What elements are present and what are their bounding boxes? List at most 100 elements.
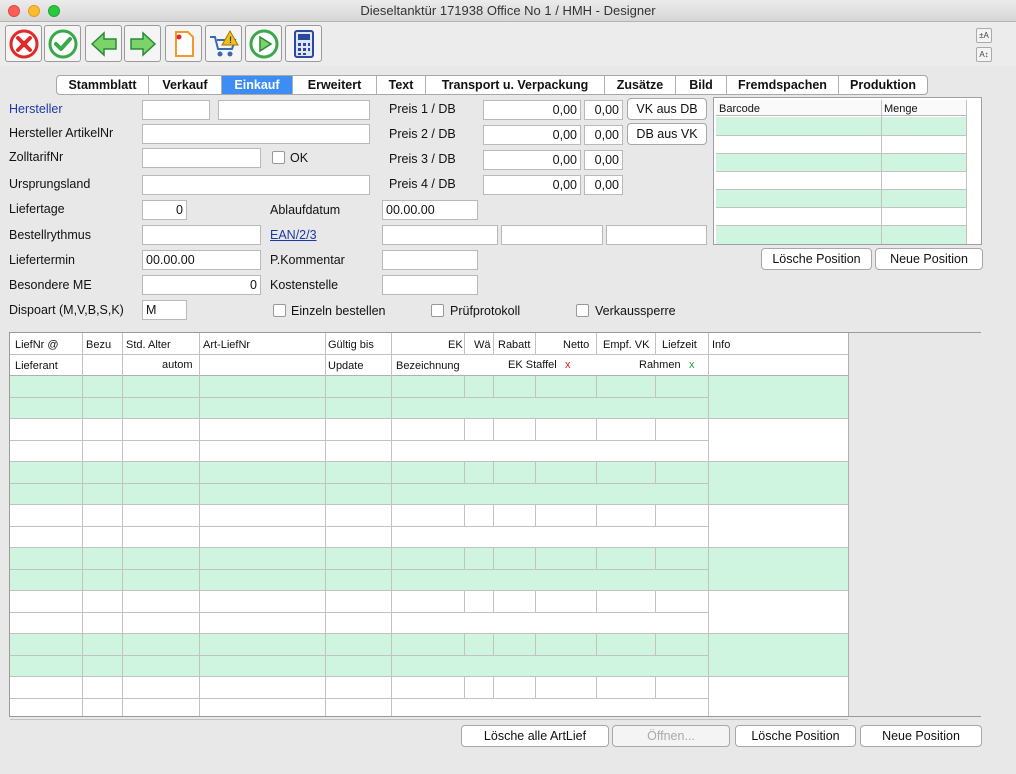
zolltarifnr-label: ZolltarifNr (9, 150, 64, 164)
preis2-label: Preis 2 / DB (389, 127, 456, 141)
neue-position-button[interactable]: Neue Position (860, 725, 982, 747)
dispoart-input[interactable]: M (142, 300, 187, 320)
barcode-row[interactable] (716, 136, 966, 154)
close-window-button[interactable] (8, 5, 20, 17)
hersteller-label[interactable]: Hersteller (9, 101, 63, 117)
preis1-db-input[interactable]: 0,00 (584, 100, 623, 120)
ursprungsland-input[interactable] (142, 175, 370, 195)
loesche-position-top-button[interactable]: Lösche Position (761, 248, 872, 270)
svg-text:!: ! (229, 35, 232, 45)
verkaussperre-checkbox[interactable] (576, 304, 589, 317)
minimize-window-button[interactable] (28, 5, 40, 17)
supplier-grid-header: LiefNr @ Bezu Std. Alter Art-LiefNr Gült… (10, 333, 848, 376)
column-divider (199, 333, 200, 716)
column-divider (535, 548, 536, 569)
ablaufdatum-label: Ablaufdatum (270, 203, 341, 217)
barcode-row[interactable] (716, 172, 966, 190)
ean2-input[interactable] (501, 225, 603, 245)
ean-link[interactable]: EAN/2/3 (270, 227, 317, 243)
ean1-input[interactable] (382, 225, 498, 245)
bestellrythmus-input[interactable] (142, 225, 261, 245)
liefertage-input[interactable]: 0 (142, 200, 187, 220)
bestellrythmus-label: Bestellrythmus (9, 228, 91, 242)
cancel-button[interactable] (5, 25, 42, 62)
tab-zusaetze[interactable]: Zusätze (605, 76, 676, 94)
lieferant-header: Lieferant (15, 360, 58, 372)
barcode-row[interactable] (716, 190, 966, 208)
column-divider (391, 333, 392, 716)
tab-stammblatt[interactable]: Stammblatt (57, 76, 149, 94)
row-divider (10, 504, 848, 505)
column-divider (655, 419, 656, 440)
column-divider (596, 591, 597, 612)
cart-warning-button[interactable]: ! (205, 25, 242, 62)
ursprungsland-label: Ursprungsland (9, 177, 91, 191)
tab-verkauf[interactable]: Verkauf (149, 76, 222, 94)
play-forward-button[interactable] (245, 25, 282, 62)
barcode-row[interactable] (716, 208, 966, 226)
autom-header: autom (162, 359, 193, 371)
hersteller-artikelnr-input[interactable] (142, 124, 370, 144)
preis2-input[interactable]: 0,00 (483, 125, 581, 145)
column-divider (596, 677, 597, 698)
tab-produktion[interactable]: Produktion (839, 76, 927, 94)
ablaufdatum-input[interactable]: 00.00.00 (382, 200, 478, 220)
tab-transport[interactable]: Transport u. Verpackung (426, 76, 605, 94)
confirm-check-icon (48, 29, 77, 58)
tab-einkauf[interactable]: Einkauf (222, 76, 293, 94)
barcode-row[interactable] (716, 226, 966, 244)
cancel-icon (9, 29, 38, 58)
tab-text[interactable]: Text (377, 76, 426, 94)
pruefprotokoll-checkbox[interactable] (431, 304, 444, 317)
kostenstelle-input[interactable] (382, 275, 478, 295)
preis3-input[interactable]: 0,00 (483, 150, 581, 170)
grid-empty-area (848, 333, 981, 716)
zoom-in-button[interactable]: ±A (976, 28, 992, 43)
besondere-me-input[interactable]: 0 (142, 275, 261, 295)
ean3-input[interactable] (606, 225, 707, 245)
column-divider (493, 376, 494, 397)
new-document-button[interactable] (165, 25, 202, 62)
zolltarifnr-input[interactable] (142, 148, 261, 168)
ok-checkbox[interactable] (272, 151, 285, 164)
row-divider (10, 612, 708, 613)
tab-bar: Stammblatt Verkauf Einkauf Erweitert Tex… (56, 75, 928, 95)
previous-button[interactable] (85, 25, 122, 62)
hersteller-code-input[interactable] (142, 100, 210, 120)
preis3-db-input[interactable]: 0,00 (584, 150, 623, 170)
tab-erweitert[interactable]: Erweitert (293, 76, 377, 94)
supplier-grid[interactable]: LiefNr @ Bezu Std. Alter Art-LiefNr Gült… (9, 332, 981, 720)
gueltig-bis-header: Gültig bis (328, 339, 374, 351)
preis1-input[interactable]: 0,00 (483, 100, 581, 120)
neue-position-top-button[interactable]: Neue Position (875, 248, 983, 270)
column-divider (596, 548, 597, 569)
column-divider (493, 333, 494, 354)
column-divider (655, 376, 656, 397)
preis4-db-input[interactable]: 0,00 (584, 175, 623, 195)
barcode-table[interactable]: Barcode Menge (713, 97, 982, 245)
row-divider (10, 526, 708, 527)
db-aus-vk-button[interactable]: DB aus VK (627, 123, 707, 145)
column-divider (464, 419, 465, 440)
column-divider (535, 591, 536, 612)
tab-bild[interactable]: Bild (676, 76, 727, 94)
tab-fremdspachen[interactable]: Fremdspachen (727, 76, 839, 94)
calculator-button[interactable] (285, 25, 322, 62)
verkaussperre-label: Verkaussperre (595, 304, 676, 318)
preis4-input[interactable]: 0,00 (483, 175, 581, 195)
hersteller-name-input[interactable] (218, 100, 370, 120)
maximize-window-button[interactable] (48, 5, 60, 17)
pkommentar-input[interactable] (382, 250, 478, 270)
confirm-button[interactable] (44, 25, 81, 62)
loesche-position-button[interactable]: Lösche Position (735, 725, 856, 747)
einzeln-bestellen-checkbox[interactable] (273, 304, 286, 317)
barcode-row[interactable] (716, 154, 966, 172)
liefertermin-input[interactable]: 00.00.00 (142, 250, 261, 270)
toolbar: ! ±A A↕ (0, 22, 1016, 66)
loesche-alle-artlief-button[interactable]: Lösche alle ArtLief (461, 725, 609, 747)
next-button[interactable] (124, 25, 161, 62)
zoom-out-button[interactable]: A↕ (976, 47, 992, 62)
barcode-row[interactable] (716, 117, 966, 136)
preis2-db-input[interactable]: 0,00 (584, 125, 623, 145)
vk-aus-db-button[interactable]: VK aus DB (627, 98, 707, 120)
